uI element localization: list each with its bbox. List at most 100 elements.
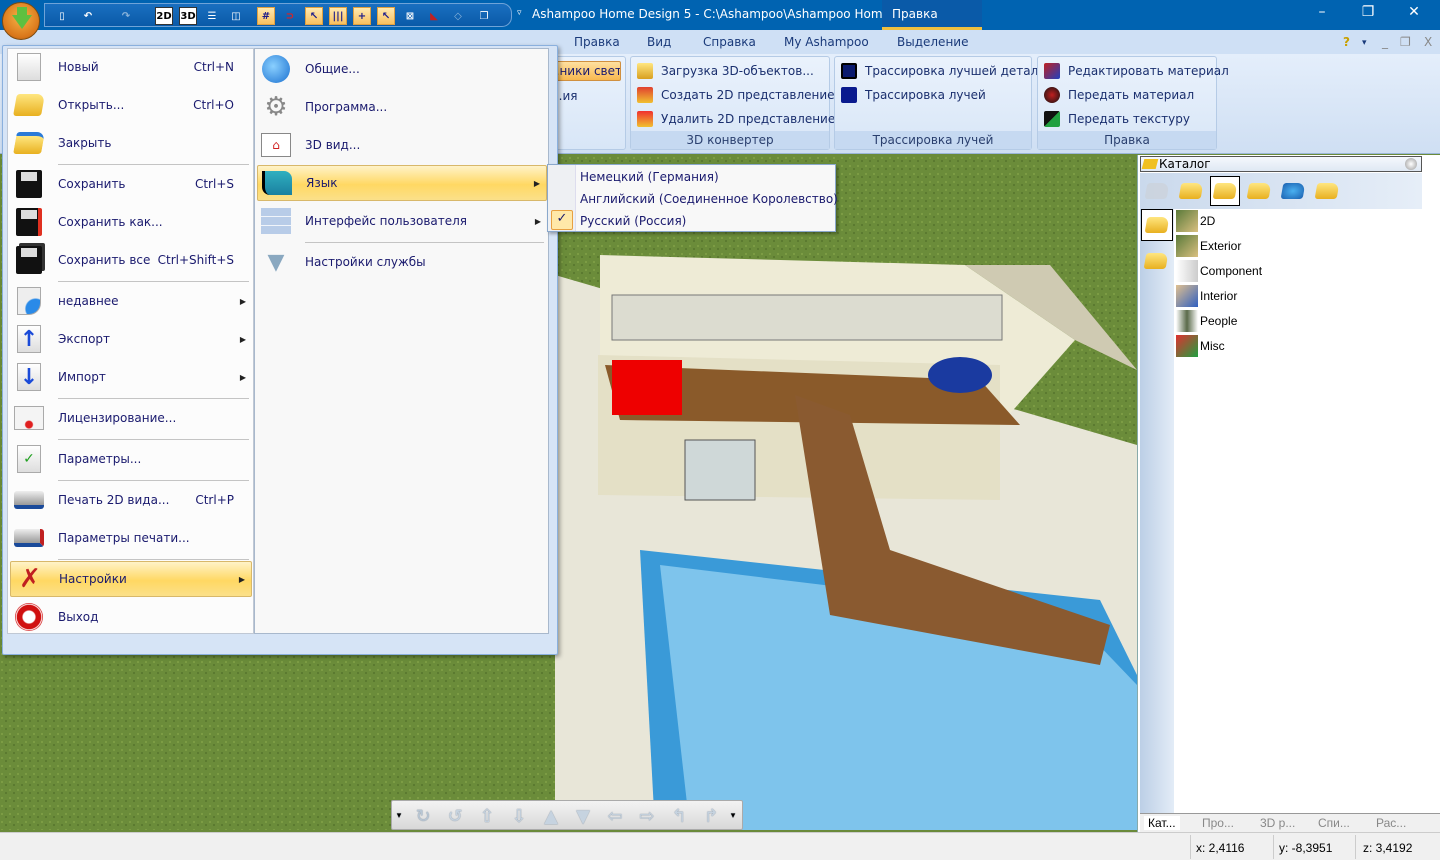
menu-exit[interactable]: Выход <box>10 599 252 635</box>
application-orb-button[interactable] <box>2 2 40 40</box>
nav-dropdown-right-icon[interactable]: ▾ <box>726 806 740 826</box>
move-left-icon[interactable]: ⇦ <box>602 806 628 827</box>
help-dropdown-icon[interactable]: ▾ <box>1362 38 1367 48</box>
catalog-folder-icon[interactable] <box>1143 253 1169 269</box>
language-russian[interactable]: Русский (Россия) <box>580 211 686 231</box>
tab-view[interactable]: Вид <box>647 35 671 49</box>
view-2d-icon[interactable]: 2D <box>155 7 173 25</box>
menu-separator <box>305 242 544 243</box>
menu-save[interactable]: Сохранить Ctrl+S <box>10 166 252 202</box>
tab-my-ashampoo[interactable]: My Ashampoo <box>784 35 869 49</box>
split-vertical-icon[interactable]: ◫ <box>227 7 245 25</box>
settings-user-interface[interactable]: Интерфейс пользователя ▶ <box>257 203 547 239</box>
catalog-item-component[interactable]: Component <box>1176 260 1262 282</box>
menu-recent[interactable]: недавнее ▶ <box>10 283 252 319</box>
undo-icon[interactable]: ↶ <box>79 7 97 25</box>
tilt-down-icon[interactable]: ▼ <box>570 806 596 827</box>
catalog-folder-selected-icon[interactable] <box>1141 209 1173 241</box>
rotate-left-icon[interactable]: ↻ <box>410 806 436 827</box>
catalog-item-misc[interactable]: Misc <box>1176 335 1225 357</box>
catalog-up-icon[interactable] <box>1142 176 1172 206</box>
grid-icon[interactable]: # <box>257 7 275 25</box>
catalog-objects-icon[interactable] <box>1210 176 1240 206</box>
tab-edit[interactable]: Правка <box>574 35 620 49</box>
new-icon[interactable]: ▯ <box>53 7 71 25</box>
delete-2d-view-button[interactable]: Удалить 2D представление... <box>637 109 847 129</box>
turn-left-icon[interactable]: ↰ <box>666 806 692 827</box>
tab-3d-p[interactable]: 3D p... <box>1260 816 1295 830</box>
language-german[interactable]: Немецкий (Германия) <box>580 167 719 187</box>
catalog-globe-icon[interactable] <box>1278 176 1308 206</box>
settings-program[interactable]: ⚙ Программа... <box>257 89 547 125</box>
move-up-icon[interactable]: ⇧ <box>474 806 500 827</box>
copy-icon[interactable]: ❐ <box>475 7 493 25</box>
transfer-texture-button[interactable]: Передать текстуру <box>1044 109 1190 129</box>
delete-object-icon[interactable]: ⊠ <box>401 7 419 25</box>
help-icon[interactable]: ? <box>1343 35 1350 49</box>
ray-trace-button[interactable]: Трассировка лучей <box>841 85 986 105</box>
create-2d-view-button[interactable]: Создать 2D представление... <box>637 85 846 105</box>
tab-calc[interactable]: Рас... <box>1376 816 1406 830</box>
ribbon-restore-icon[interactable]: ❐ <box>1400 35 1411 49</box>
redo-icon[interactable]: ↷ <box>117 7 135 25</box>
tab-selection[interactable]: Выделение <box>897 35 968 49</box>
tilt-up-icon[interactable]: ▲ <box>538 806 564 827</box>
catalog-item-exterior[interactable]: Exterior <box>1176 235 1241 257</box>
catalog-textures-icon[interactable] <box>1244 176 1274 206</box>
columns-icon[interactable]: ||| <box>329 7 347 25</box>
snap-lines-icon[interactable]: + <box>353 7 371 25</box>
menu-new[interactable]: Новый Ctrl+N <box>10 49 252 85</box>
ribbon-close-icon[interactable]: X <box>1424 35 1432 49</box>
ribbon-minimize-icon[interactable]: _ <box>1382 35 1388 49</box>
pin-icon[interactable] <box>1405 158 1417 170</box>
thumbnail <box>1176 285 1198 307</box>
tab-catalog[interactable]: Кат... <box>1144 816 1180 830</box>
tab-help[interactable]: Справка <box>703 35 756 49</box>
menu-export[interactable]: ↑ Экспорт ▶ <box>10 321 252 357</box>
minimize-button[interactable]: – <box>1302 4 1342 24</box>
customize-qat-icon[interactable]: ▿ <box>517 8 522 18</box>
menu-import[interactable]: ↓ Импорт ▶ <box>10 359 252 395</box>
settings-3d-view[interactable]: ⌂ 3D вид... <box>257 127 547 163</box>
settings-language[interactable]: Язык ▶ <box>257 165 547 201</box>
catalog-item-2d[interactable]: 2D <box>1176 210 1215 232</box>
catalog-windows-icon[interactable] <box>1176 176 1206 206</box>
tab-list[interactable]: Спи... <box>1318 816 1350 830</box>
turn-right-icon[interactable]: ↱ <box>698 806 724 827</box>
pointer-icon[interactable]: ↖ <box>377 7 395 25</box>
split-horizontal-icon[interactable]: ☰ <box>203 7 221 25</box>
catalog-shapes-icon[interactable] <box>1312 176 1342 206</box>
close-button[interactable]: ✕ <box>1394 4 1434 24</box>
menu-settings[interactable]: ✗ Настройки ▶ <box>10 561 252 597</box>
trace-best-detail-button[interactable]: Трассировка лучшей детали <box>841 61 1046 81</box>
move-right-icon[interactable]: ⇨ <box>634 806 660 827</box>
edit-material-button[interactable]: Редактировать материал <box>1044 61 1229 81</box>
menu-licensing[interactable]: Лицензирование... <box>10 400 252 436</box>
rotate-right-icon[interactable]: ↺ <box>442 806 468 827</box>
settings-service[interactable]: ▼ Настройки службы <box>257 244 547 280</box>
menu-print-settings[interactable]: Параметры печати... <box>10 520 252 556</box>
menu-print-2d[interactable]: Печать 2D вида... Ctrl+P <box>10 482 252 518</box>
nav-dropdown-left-icon[interactable]: ▾ <box>392 806 406 826</box>
layer-icon[interactable]: ◇ <box>449 7 467 25</box>
maximize-button[interactable]: ❐ <box>1348 4 1388 24</box>
settings-general[interactable]: Общие... <box>257 51 547 87</box>
menu-save-as[interactable]: Сохранить как... <box>10 204 252 240</box>
material-icon[interactable]: ◣ <box>425 7 443 25</box>
menu-parameters[interactable]: ✓ Параметры... <box>10 441 252 477</box>
language-english-uk[interactable]: Английский (Соединенное Королевство) <box>580 189 838 209</box>
move-down-icon[interactable]: ⇩ <box>506 806 532 827</box>
select-cursor-icon[interactable]: ↖ <box>305 7 323 25</box>
menu-separator <box>58 398 249 399</box>
tab-project[interactable]: Про... <box>1202 816 1234 830</box>
catalog-item-people[interactable]: People <box>1176 310 1237 332</box>
magnet-icon[interactable]: ⊃ <box>281 7 299 25</box>
menu-open[interactable]: Открыть... Ctrl+O <box>10 87 252 123</box>
load-3d-objects-button[interactable]: Загрузка 3D-объектов... <box>637 61 814 81</box>
context-tab-edit[interactable]: Правка <box>882 0 982 30</box>
transfer-material-button[interactable]: Передать материал <box>1044 85 1194 105</box>
catalog-item-interior[interactable]: Interior <box>1176 285 1237 307</box>
menu-close[interactable]: Закрыть <box>10 125 252 161</box>
menu-save-all[interactable]: Сохранить все Ctrl+Shift+S <box>10 242 252 278</box>
view-3d-icon[interactable]: 3D <box>179 7 197 25</box>
